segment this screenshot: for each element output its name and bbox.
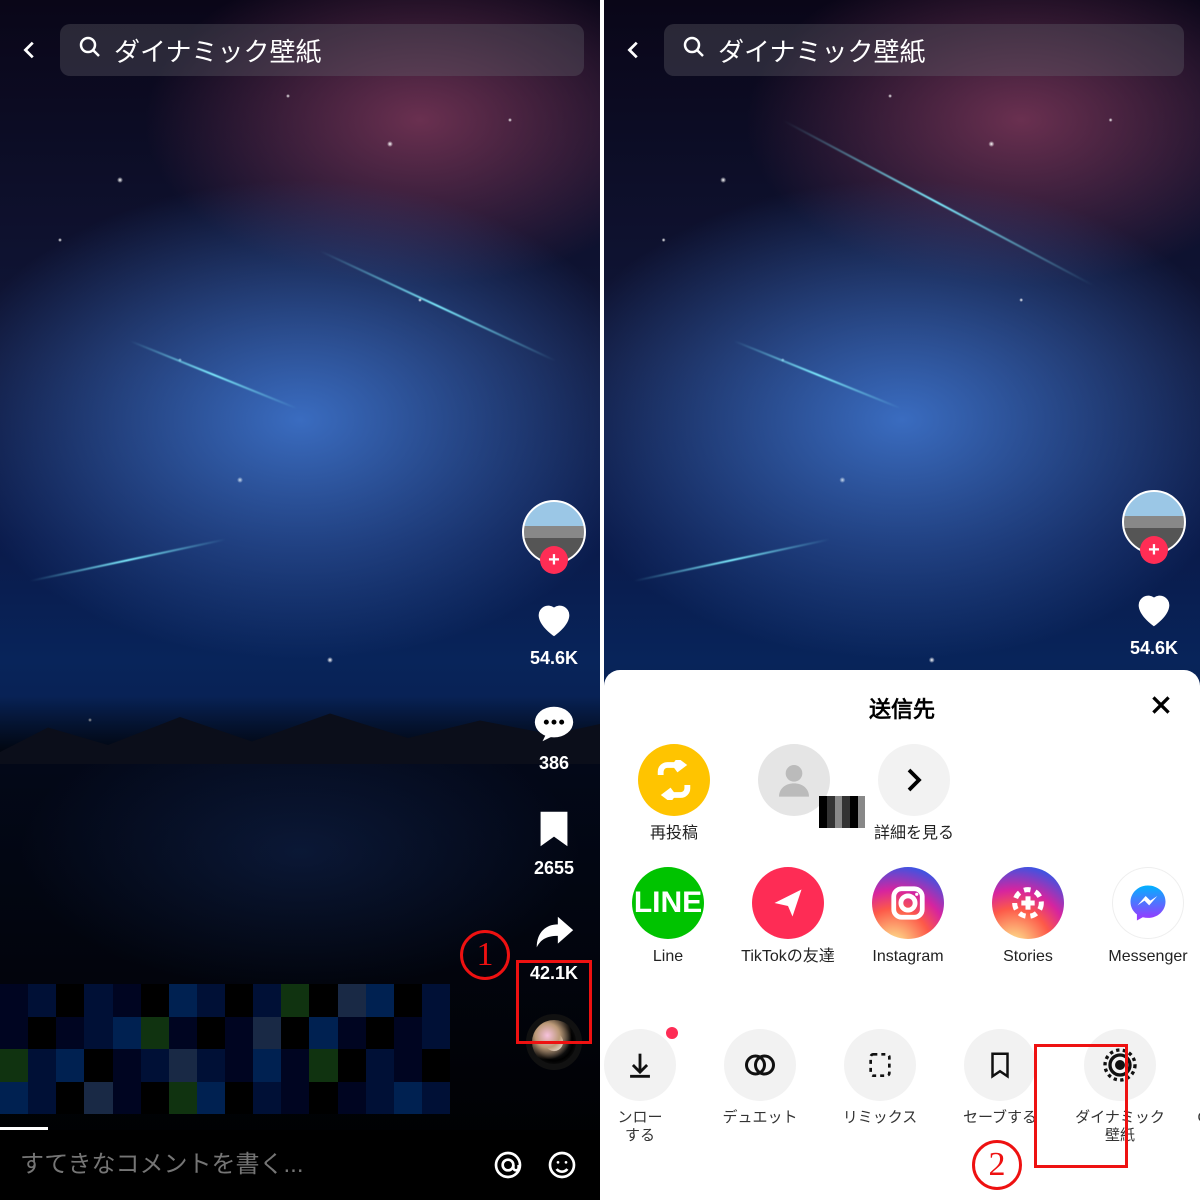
stories-label: Stories [1003, 947, 1053, 966]
close-icon[interactable] [1144, 688, 1178, 722]
share-icon [529, 909, 579, 959]
like-count: 54.6K [530, 648, 578, 669]
comment-bar [0, 1130, 600, 1200]
more-option[interactable]: 詳細を見る [864, 744, 964, 843]
follow-plus-icon[interactable]: + [1140, 536, 1168, 564]
stories-option[interactable]: Stories [978, 867, 1078, 1005]
comment-button[interactable]: 386 [529, 699, 579, 774]
share-count: 42.1K [530, 963, 578, 984]
duet-option[interactable]: デュエット [710, 1029, 810, 1145]
save-count: 2655 [534, 858, 574, 879]
live-wallpaper-label: ダイナミック壁紙 [1070, 1109, 1170, 1145]
chevron-right-icon [878, 744, 950, 816]
mention-icon[interactable] [490, 1147, 526, 1183]
live-wallpaper-option[interactable]: ダイナミック壁紙 [1070, 1029, 1170, 1145]
comment-count: 386 [539, 753, 569, 774]
instagram-option[interactable]: Instagram [858, 867, 958, 1005]
actions-row: ンロー する デュエット リミックス セーブする ダイナミック壁紙 GIF GI… [600, 1013, 1200, 1153]
top-bar: ダイナミック壁紙 [16, 24, 584, 76]
back-button[interactable] [620, 36, 648, 64]
tiktok-friends-label: TikTokの友達 [741, 947, 835, 966]
save-option[interactable]: セーブする [950, 1029, 1050, 1145]
live-wallpaper-icon [1084, 1029, 1156, 1101]
sound-disc[interactable] [526, 1014, 582, 1070]
action-rail: + 54.6K 386 2655 42.1K [522, 500, 586, 1070]
download-option[interactable]: ンロー する [600, 1029, 690, 1145]
messenger-option[interactable]: Messenger [1098, 867, 1198, 1005]
comment-input[interactable] [20, 1151, 472, 1179]
author-avatar[interactable]: + [522, 500, 586, 564]
send-row: 再投稿 詳細を見る [604, 728, 1200, 851]
emoji-icon[interactable] [544, 1147, 580, 1183]
bookmark-icon [529, 804, 579, 854]
search-bar[interactable]: ダイナミック壁紙 [60, 24, 584, 76]
remix-label: リミックス [843, 1109, 918, 1127]
share-button[interactable]: 42.1K [529, 909, 579, 984]
line-icon: LINE [632, 867, 704, 939]
search-icon [682, 35, 706, 66]
duet-label: デュエット [722, 1109, 797, 1127]
repost-icon [638, 744, 710, 816]
remix-option[interactable]: リミックス [830, 1029, 930, 1145]
search-text: ダイナミック壁紙 [718, 32, 925, 69]
author-avatar[interactable]: + [1122, 490, 1186, 554]
search-bar[interactable]: ダイナミック壁紙 [664, 24, 1184, 76]
sheet-title: 送信先 [869, 692, 935, 724]
follow-plus-icon[interactable]: + [540, 546, 568, 574]
user-label [792, 824, 796, 843]
duet-icon [724, 1029, 796, 1101]
screenshot-left: ダイナミック壁紙 + 54.6K 386 2655 42.1K [0, 0, 600, 1200]
line-label: Line [653, 947, 683, 966]
screenshot-right: ダイナミック壁紙 + 54.6K 送信先 再投稿 [600, 0, 1200, 1200]
messenger-icon [1112, 867, 1184, 939]
repost-option[interactable]: 再投稿 [624, 744, 724, 843]
save-icon [964, 1029, 1036, 1101]
sheet-header: 送信先 [604, 688, 1200, 728]
save-label: セーブする [963, 1109, 1037, 1127]
repost-label: 再投稿 [650, 824, 698, 843]
caption-redacted [0, 984, 450, 1114]
send-icon [752, 867, 824, 939]
download-icon [604, 1029, 676, 1101]
like-button[interactable]: 54.6K [529, 594, 579, 669]
more-label: 詳細を見る [874, 824, 954, 843]
apps-row: LINE Line TikTokの友達 Instagram Stories Me… [604, 851, 1200, 1013]
tiktok-friends-option[interactable]: TikTokの友達 [738, 867, 838, 1005]
stories-icon [992, 867, 1064, 939]
share-sheet: 送信先 再投稿 詳細を見る LINE L [604, 670, 1200, 1200]
messenger-label: Messenger [1108, 947, 1187, 966]
gif-option[interactable]: GIF GIFでシェア [1190, 1029, 1200, 1145]
top-bar: ダイナミック壁紙 [620, 24, 1184, 76]
like-button[interactable]: 54.6K [1129, 584, 1179, 659]
remix-icon [844, 1029, 916, 1101]
instagram-icon [872, 867, 944, 939]
search-icon [78, 35, 102, 66]
user-option[interactable] [744, 744, 844, 843]
heart-icon [1129, 584, 1179, 634]
like-count: 54.6K [1130, 638, 1178, 659]
back-button[interactable] [16, 36, 44, 64]
username-redacted [819, 796, 865, 828]
download-label: ンロー する [617, 1109, 662, 1145]
comment-icon [529, 699, 579, 749]
instagram-label: Instagram [872, 947, 943, 966]
heart-icon [529, 594, 579, 644]
action-rail: + 54.6K [1122, 490, 1186, 659]
save-button[interactable]: 2655 [529, 804, 579, 879]
search-text: ダイナミック壁紙 [114, 32, 321, 69]
line-option[interactable]: LINE Line [618, 867, 718, 1005]
